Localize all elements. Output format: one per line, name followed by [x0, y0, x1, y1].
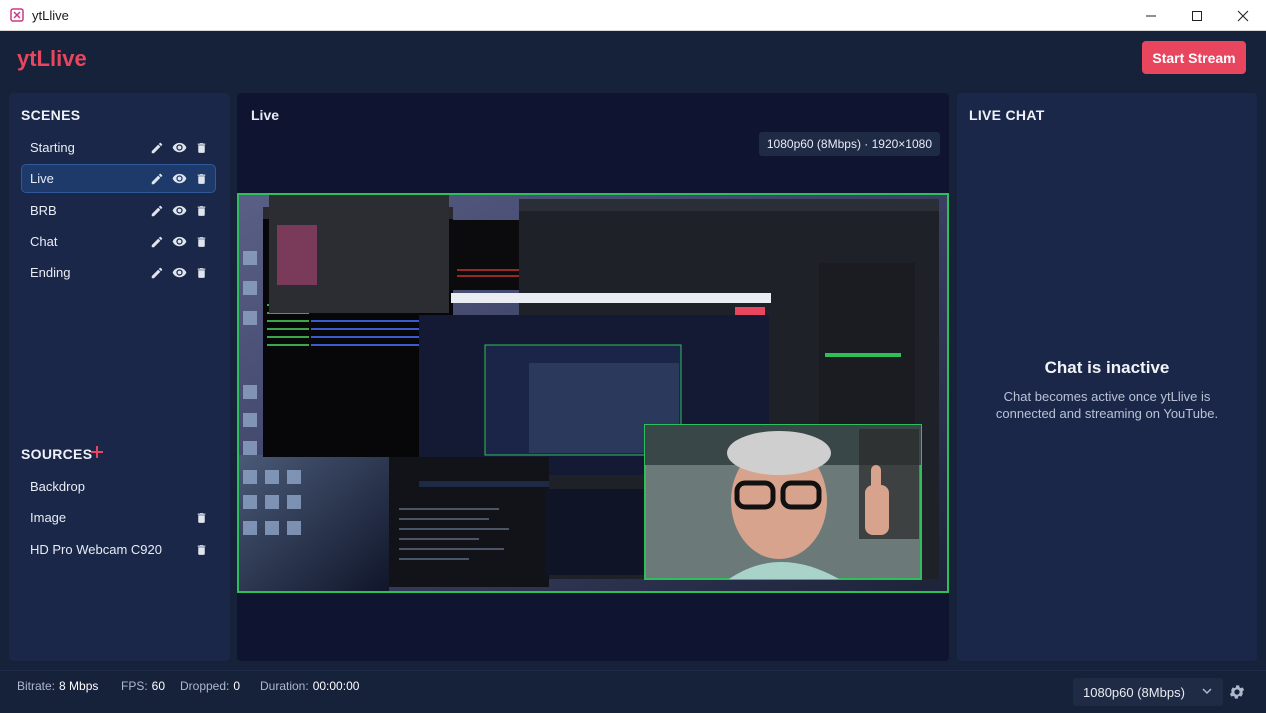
duration-value: 00:00:00	[312, 679, 360, 693]
brand-logo: ytLlive	[17, 46, 87, 71]
trash-icon[interactable]	[193, 140, 209, 156]
eye-icon[interactable]	[171, 203, 187, 219]
trash-icon[interactable]	[193, 203, 209, 219]
preview-panel: Live 1080p60 (8Mbps) · 1920×1080	[237, 93, 949, 661]
chat-inactive-message: Chat is inactive Chat becomes active onc…	[957, 358, 1257, 422]
preview-image	[239, 195, 947, 591]
bitrate-value: 8 Mbps	[59, 679, 99, 693]
quality-select[interactable]: 1080p60 (8Mbps)	[1073, 678, 1223, 706]
app-header: ytLlive Start Stream	[0, 31, 1266, 87]
dropped-stat: Dropped: 0	[180, 679, 241, 693]
bitrate-stat: Bitrate: 8 Mbps	[17, 679, 99, 693]
duration-stat: Duration: 00:00:00	[260, 679, 360, 693]
trash-icon[interactable]	[193, 510, 209, 526]
pencil-icon[interactable]	[149, 265, 165, 281]
source-item-label: HD Pro Webcam C920	[30, 542, 162, 557]
sources-title: SOURCES	[21, 446, 93, 462]
eye-icon[interactable]	[171, 140, 187, 156]
trash-icon[interactable]	[193, 171, 209, 187]
maximize-button[interactable]	[1174, 0, 1220, 31]
scenes-title: SCENES	[21, 107, 81, 123]
resolution-badge: 1080p60 (8Mbps) · 1920×1080	[758, 132, 940, 156]
fps-value: 60	[151, 679, 166, 693]
quality-select-value: 1080p60 (8Mbps)	[1083, 684, 1185, 700]
chevron-down-icon	[1201, 685, 1213, 700]
source-item[interactable]: Image	[22, 504, 215, 531]
trash-icon[interactable]	[193, 265, 209, 281]
eye-icon[interactable]	[171, 234, 187, 250]
scene-item-label: Chat	[30, 234, 58, 249]
scene-item-chat[interactable]: Chat	[22, 228, 215, 255]
minimize-button[interactable]	[1128, 0, 1174, 31]
start-stream-button[interactable]: Start Stream	[1142, 41, 1246, 74]
live-chat-panel: LIVE CHAT Chat is inactive Chat becomes …	[957, 93, 1257, 661]
live-chat-title: LIVE CHAT	[969, 107, 1045, 123]
source-item[interactable]: Backdrop	[22, 473, 215, 500]
scene-item-live[interactable]: Live	[21, 164, 216, 193]
source-item[interactable]: HD Pro Webcam C920	[22, 536, 215, 563]
trash-icon[interactable]	[193, 542, 209, 558]
scene-item-label: Starting	[30, 140, 75, 155]
gear-icon[interactable]	[1228, 683, 1246, 701]
eye-icon[interactable]	[171, 265, 187, 281]
source-item-label: Backdrop	[30, 479, 85, 494]
add-source-icon[interactable]	[89, 444, 105, 460]
source-item-label: Image	[30, 510, 67, 525]
close-button[interactable]	[1220, 0, 1266, 31]
scene-item-label: BRB	[30, 203, 57, 218]
fps-stat: FPS: 60	[121, 679, 166, 693]
app-icon	[10, 8, 24, 22]
status-bar: Bitrate: 8 Mbps FPS: 60 Dropped: 0 Duration…	[0, 670, 1266, 713]
dropped-value: 0	[233, 679, 241, 693]
chat-inactive-heading: Chat is inactive	[1044, 358, 1170, 377]
pencil-icon[interactable]	[149, 203, 165, 219]
stream-preview[interactable]	[237, 193, 949, 593]
trash-icon[interactable]	[193, 234, 209, 250]
pencil-icon[interactable]	[149, 234, 165, 250]
scenes-sources-panel: SCENES Starting Live BRB Chat Ending SOURCES…	[9, 93, 230, 661]
pencil-icon[interactable]	[149, 171, 165, 187]
eye-icon[interactable]	[171, 171, 187, 187]
scene-item-brb[interactable]: BRB	[22, 197, 215, 224]
scene-item-starting[interactable]: Starting	[22, 134, 215, 161]
window-title: ytLlive	[32, 7, 69, 23]
scene-item-ending[interactable]: Ending	[22, 259, 215, 286]
scene-item-label: Live	[30, 171, 54, 186]
chat-inactive-text: Chat becomes active once ytLlive is conn…	[995, 389, 1219, 421]
preview-title: Live	[251, 107, 280, 123]
window-titlebar: ytLlive	[0, 0, 1266, 31]
pencil-icon[interactable]	[149, 140, 165, 156]
scene-item-label: Ending	[30, 265, 71, 280]
